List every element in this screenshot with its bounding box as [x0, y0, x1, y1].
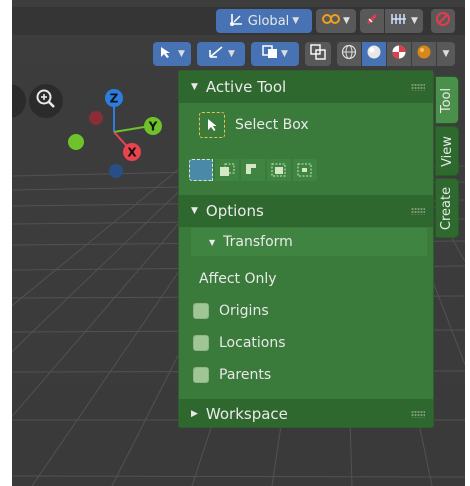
expanded-triangle-icon: ▼: [191, 206, 198, 216]
chevron-down-icon: ▼: [178, 49, 185, 59]
snap-toggle-button[interactable]: [360, 9, 384, 33]
xray-icon: [310, 44, 326, 64]
locations-label: Locations: [219, 335, 286, 351]
viewport-header-second: ▼ ▼ ▼ ▼: [12, 40, 465, 68]
transform-title: Transform: [223, 234, 293, 250]
transform-orientation-dropdown[interactable]: Global ▼: [216, 9, 312, 33]
overlays-dropdown[interactable]: ▼: [251, 42, 299, 66]
parents-checkbox-row[interactable]: Parents: [193, 367, 271, 383]
tab-tool[interactable]: Tool: [435, 76, 459, 124]
select-mode-invert-button[interactable]: [267, 159, 291, 181]
snap-icon: [365, 12, 379, 30]
shading-mode-group: ▼: [337, 42, 455, 66]
overlay-icon: [262, 45, 278, 63]
select-mode-set-button[interactable]: [189, 159, 213, 181]
gizmo-toggle-dropdown[interactable]: ▼: [197, 42, 245, 66]
negative-y-axis-icon: [68, 134, 84, 150]
blender-3d-viewport-frame: Global ▼ ▼ ▼ ▼ ▼ ▼ ▼ Z Y X ▼ Active Tool…: [12, 0, 465, 486]
parents-label: Parents: [219, 367, 272, 383]
active-tool-name: Select Box: [235, 117, 309, 133]
drag-grip-icon[interactable]: [411, 410, 425, 418]
shading-options-dropdown[interactable]: ▼: [437, 42, 455, 66]
tab-view[interactable]: View: [435, 126, 459, 176]
workspace-panel-header[interactable]: ▶ Workspace: [179, 399, 433, 427]
zoom-button[interactable]: [29, 84, 63, 118]
chevron-down-icon: ▼: [281, 49, 288, 59]
selectability-visibility-dropdown[interactable]: ▼: [153, 42, 191, 66]
sidebar-n-panel: ▼ Active Tool Select Box ▼ Options ▼ Tra…: [178, 70, 434, 428]
locations-checkbox-row[interactable]: Locations: [193, 335, 286, 351]
pivot-icon: [322, 13, 341, 29]
z-axis-label: Z: [110, 92, 119, 106]
snap-group: ▼: [360, 9, 423, 33]
material-shading-icon: [391, 44, 407, 64]
navigation-gizmo[interactable]: Z Y X: [62, 84, 174, 184]
options-title: Options: [205, 202, 264, 220]
select-mode-extend-button[interactable]: [215, 159, 239, 181]
parents-checkbox[interactable]: [193, 367, 209, 383]
select-mode-group: [189, 159, 317, 181]
xray-toggle-button[interactable]: [305, 42, 331, 66]
active-tool-title: Active Tool: [205, 78, 287, 96]
proportional-edit-icon: [435, 11, 451, 31]
solid-shading-button[interactable]: [362, 42, 386, 66]
chevron-down-icon: ▼: [411, 16, 418, 26]
tab-create-label: Create: [439, 186, 455, 230]
drag-grip-icon[interactable]: [411, 83, 425, 91]
expanded-triangle-icon: ▼: [209, 237, 216, 247]
3d-viewport[interactable]: Global ▼ ▼ ▼ ▼ ▼ ▼ ▼ Z Y X ▼ Active Tool…: [12, 0, 465, 486]
y-axis-label: Y: [148, 120, 158, 134]
rendered-shading-button[interactable]: [412, 42, 436, 66]
active-tool-panel-header[interactable]: ▼ Active Tool: [179, 71, 433, 103]
wireframe-shading-icon: [341, 44, 357, 64]
transform-orientation-icon: [229, 11, 245, 31]
gizmo-icon: [207, 44, 225, 64]
tab-create[interactable]: Create: [435, 178, 459, 238]
zoom-icon: [35, 88, 57, 114]
negative-z-axis-icon: [109, 164, 123, 178]
x-axis-label: X: [127, 146, 137, 160]
origins-label: Origins: [219, 303, 269, 319]
orientation-label: Global: [247, 13, 290, 29]
expanded-triangle-icon: ▼: [191, 82, 198, 92]
material-preview-button[interactable]: [387, 42, 411, 66]
drag-grip-icon[interactable]: [411, 207, 425, 215]
viewport-header-top: Global ▼ ▼ ▼: [12, 7, 465, 35]
snap-increment-icon: [390, 13, 408, 29]
tab-tool-label: Tool: [439, 87, 455, 113]
solid-shading-icon: [366, 44, 382, 64]
locations-checkbox[interactable]: [193, 335, 209, 351]
proportional-edit-button[interactable]: [431, 9, 455, 33]
rendered-shading-icon: [416, 44, 432, 64]
wireframe-shading-button[interactable]: [337, 42, 361, 66]
chevron-down-icon: ▼: [343, 16, 350, 26]
affect-only-label: Affect Only: [199, 271, 277, 287]
origins-checkbox[interactable]: [193, 303, 209, 319]
collapsed-triangle-icon: ▶: [191, 409, 198, 419]
chevron-down-icon: ▼: [228, 49, 235, 59]
negative-x-axis-icon: [89, 111, 103, 125]
select-mode-subtract-button[interactable]: [241, 159, 265, 181]
pivot-point-dropdown[interactable]: ▼: [316, 9, 356, 33]
view-selector-icon: [159, 45, 175, 63]
chevron-down-icon: ▼: [292, 16, 300, 26]
options-panel-header[interactable]: ▼ Options: [179, 195, 433, 227]
workspace-title: Workspace: [205, 405, 288, 423]
origins-checkbox-row[interactable]: Origins: [193, 303, 269, 319]
select-box-tool-icon[interactable]: [199, 112, 225, 138]
tab-view-label: View: [439, 135, 455, 167]
snap-settings-dropdown[interactable]: ▼: [385, 9, 423, 33]
select-mode-intersect-button[interactable]: [293, 159, 317, 181]
transform-subpanel-header[interactable]: ▼ Transform: [191, 228, 427, 256]
chevron-down-icon: ▼: [442, 49, 450, 59]
